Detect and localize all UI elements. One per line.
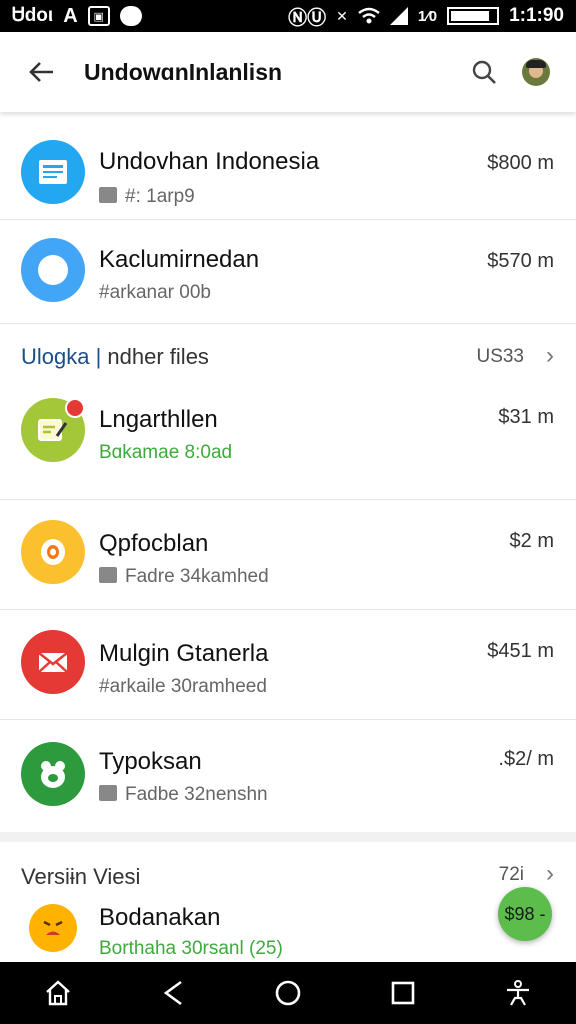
content-list: Undovhan Indonesia #: 1arp9 $800 m Kaclu… bbox=[0, 116, 576, 982]
emoji-icon bbox=[29, 904, 77, 952]
mail-icon bbox=[21, 630, 85, 694]
gallery-notification-icon: ▣ bbox=[87, 6, 110, 26]
list-item[interactable]: Undovhan Indonesia #: 1arp9 $800 m bbox=[0, 116, 576, 220]
search-button[interactable] bbox=[456, 32, 512, 112]
fab-label: $98 - bbox=[504, 903, 546, 924]
item-subtitle: Bɑkamae 8:0ad bbox=[99, 442, 233, 463]
warning-icon: A bbox=[63, 4, 78, 27]
section-count: US33 bbox=[476, 346, 524, 367]
item-title: Kaclumirnedan bbox=[99, 246, 260, 273]
item-subtitle: Fadbe 32nenshn bbox=[99, 784, 268, 806]
search-icon bbox=[472, 60, 496, 84]
item-title: Typoksan bbox=[99, 748, 202, 775]
item-subtitle-text: Fadre 34kamhed bbox=[125, 566, 269, 587]
item-title: Undovhan Indonesia bbox=[99, 148, 320, 175]
list-item[interactable]: Typoksan Fadbe 32nenshn .$2/ m bbox=[0, 720, 576, 832]
home-icon[interactable] bbox=[28, 962, 88, 1024]
item-price: $800 m bbox=[487, 152, 554, 174]
item-subtitle: Borthaha 30rsanl (25) bbox=[99, 938, 283, 959]
chart-icon bbox=[99, 785, 117, 801]
signal-icon bbox=[389, 7, 408, 25]
notification-badge bbox=[65, 398, 85, 418]
note-edit-icon bbox=[21, 398, 85, 462]
section-title: Ulogka | ndher files bbox=[21, 344, 209, 370]
system-nav-bar bbox=[0, 962, 576, 1024]
item-subtitle-text: Fadbe 32nenshn bbox=[125, 784, 268, 805]
clock: 1:1:90 bbox=[509, 5, 564, 26]
item-title: Mulgin Gtanerla bbox=[99, 640, 269, 667]
section-divider bbox=[0, 832, 576, 842]
chevron-right-icon[interactable]: › bbox=[546, 860, 554, 888]
price-tag-fab[interactable]: $98 - bbox=[498, 887, 552, 941]
carrier-label: Ꮜdoι bbox=[12, 5, 54, 26]
chart-icon bbox=[99, 187, 117, 203]
battery-icon bbox=[447, 7, 500, 25]
item-subtitle: #: 1arp9 bbox=[99, 186, 195, 208]
chat-notification-icon bbox=[119, 6, 142, 26]
section-count: 72i bbox=[498, 864, 524, 885]
item-title: Lngarthllen bbox=[99, 406, 218, 433]
user-avatar[interactable] bbox=[522, 58, 550, 86]
wifi-icon bbox=[358, 7, 380, 24]
section-title-rest: ndher files bbox=[101, 344, 209, 369]
item-subtitle-text: #: 1arp9 bbox=[125, 186, 195, 207]
item-subtitle: #arkaile 30ramheed bbox=[99, 676, 267, 697]
status-bar: Ꮜdoι A ▣ ⓃⓊ ✕ 1⁄0 1:1:90 bbox=[0, 0, 576, 32]
section-title: Versiɨn Viesi bbox=[21, 864, 141, 889]
item-title: Bodanakan bbox=[99, 904, 221, 931]
document-icon bbox=[21, 140, 85, 204]
section-header[interactable]: Versiɨn Viesi 72i › bbox=[0, 842, 576, 902]
list-item[interactable]: Kaclumirnedan #arkanar 00b $570 m bbox=[0, 220, 576, 324]
arrow-back-icon[interactable] bbox=[0, 32, 84, 112]
item-subtitle: Fadre 34kamhed bbox=[99, 566, 269, 588]
frog-icon bbox=[21, 742, 85, 806]
circle-home-icon[interactable] bbox=[258, 962, 318, 1024]
accessibility-icon[interactable] bbox=[488, 962, 548, 1024]
list-item[interactable]: Lngarthllen Bɑkamae 8:0ad $31 m bbox=[0, 386, 576, 500]
item-price: $451 m bbox=[487, 640, 554, 662]
list-item[interactable]: Mulgin Gtanerla #arkaile 30ramheed $451 … bbox=[0, 610, 576, 720]
back-icon[interactable] bbox=[143, 962, 203, 1024]
list-item[interactable]: Qpfocblan Fadre 34kamhed $2 m bbox=[0, 500, 576, 610]
item-price: $31 m bbox=[498, 406, 554, 428]
item-subtitle: #arkanar 00b bbox=[99, 282, 211, 303]
egg-icon bbox=[21, 520, 85, 584]
section-header[interactable]: Ulogka | ndher files US33 › bbox=[0, 324, 576, 386]
app-bar: UndowɑnInlanlisn bbox=[0, 32, 576, 112]
battery-percent: 1⁄0 bbox=[417, 7, 438, 25]
page-title: UndowɑnInlanlisn bbox=[84, 58, 283, 85]
section-title-prefix: Ulogka | bbox=[21, 344, 102, 369]
recents-icon[interactable] bbox=[373, 962, 433, 1024]
chevron-right-icon[interactable]: › bbox=[546, 342, 554, 370]
nfc-icon: ⓃⓊ bbox=[288, 7, 327, 29]
item-price: .$2/ m bbox=[498, 748, 554, 770]
item-title: Qpfocblan bbox=[99, 530, 209, 557]
item-price: $570 m bbox=[487, 250, 554, 272]
item-price: $2 m bbox=[509, 530, 554, 552]
mute-icon: ✕ bbox=[336, 7, 348, 24]
chart-icon bbox=[99, 567, 117, 583]
compass-icon bbox=[21, 238, 85, 302]
